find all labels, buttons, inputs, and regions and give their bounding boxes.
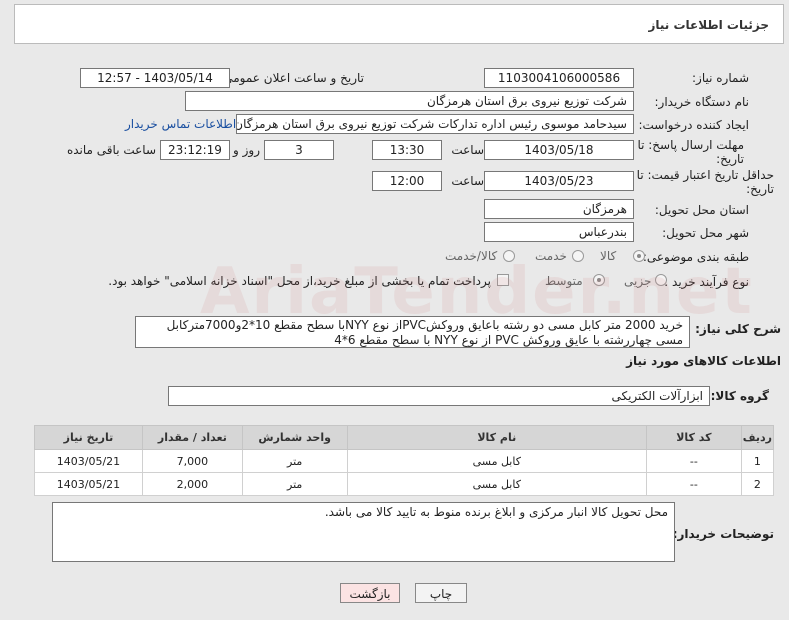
buyer-notes-label: توضیحات خریدار:: [672, 527, 774, 541]
goods-table: ردیف کد کالا نام کالا واحد شمارش تعداد /…: [34, 425, 775, 496]
cell-quantity: 7,000: [141, 449, 243, 473]
remaining-time-field: 23:12:19: [160, 140, 230, 160]
validity-time-field: 12:00: [372, 171, 442, 191]
cell-unit: متر: [241, 449, 348, 473]
col-header-row-number: ردیف: [740, 425, 775, 450]
goods-group-label: گروه کالا:: [710, 389, 769, 403]
deadline-date-field: 1403/05/18: [484, 140, 634, 160]
city-label: شهر محل تحویل:: [662, 226, 749, 240]
cell-need-date: 1403/05/21: [34, 449, 143, 473]
validity-label: حداقل تاریخ اعتبار قیمت: تا تاریخ:: [636, 168, 774, 196]
buyer-org-field: شرکت توزیع نیروی برق استان هرمزگان: [185, 91, 634, 111]
col-header-quantity: تعداد / مقدار: [141, 425, 243, 450]
table-row: 1 -- کابل مسی متر 7,000 1403/05/21: [34, 449, 775, 473]
table-row: 2 -- کابل مسی متر 2,000 1403/05/21: [34, 472, 775, 496]
validity-date-field: 1403/05/23: [484, 171, 634, 191]
cell-name: کابل مسی: [346, 472, 647, 496]
cell-row-number: 1: [740, 449, 775, 473]
goods-section-title: اطلاعات کالاهای مورد نیاز: [626, 354, 781, 368]
need-number-field: 1103004106000586: [484, 68, 634, 88]
page-title: جزئیات اطلاعات نیاز: [648, 18, 769, 32]
deadline-time-field: 13:30: [372, 140, 442, 160]
print-button[interactable]: چاپ: [415, 583, 467, 603]
validity-time-label: ساعت: [451, 174, 484, 188]
back-button[interactable]: بازگشت: [340, 583, 400, 603]
cell-code: --: [645, 472, 742, 496]
col-header-need-date: تاریخ نیاز: [34, 425, 143, 450]
buyer-notes-field: محل تحویل کالا انبار مرکزی و ابلاغ برنده…: [52, 502, 675, 562]
deadline-label: مهلت ارسال پاسخ: تا تاریخ:: [637, 138, 744, 166]
need-number-label: شماره نیاز:: [692, 71, 749, 85]
deadline-time-label: ساعت: [451, 143, 484, 157]
days-remaining-field: 3: [264, 140, 334, 160]
col-header-name: نام کالا: [346, 425, 647, 450]
buyer-contact-link[interactable]: اطلاعات تماس خریدار: [125, 117, 236, 131]
goods-group-field: ابزارآلات الکتریکی: [168, 386, 710, 406]
province-label: استان محل تحویل:: [654, 203, 749, 217]
cell-unit: متر: [241, 472, 348, 496]
table-header-row: ردیف کد کالا نام کالا واحد شمارش تعداد /…: [34, 425, 775, 450]
province-field: هرمزگان: [484, 199, 634, 219]
description-label: شرح کلی نیاز:: [695, 322, 781, 336]
creator-field: سیدحامد موسوی رئیس اداره تدارکات شرکت تو…: [236, 114, 634, 134]
cell-code: --: [645, 449, 742, 473]
days-label: روز و: [233, 143, 260, 157]
remaining-time-label: ساعت باقی مانده: [66, 143, 156, 157]
announce-label: تاریخ و ساعت اعلان عمومی:: [219, 71, 364, 85]
city-field: بندرعباس: [484, 222, 634, 242]
cell-quantity: 2,000: [141, 472, 243, 496]
cell-row-number: 2: [740, 472, 775, 496]
description-field: خرید 2000 متر کابل مسی دو رشته باعایق ور…: [135, 316, 690, 348]
buyer-org-label: نام دستگاه خریدار:: [654, 95, 750, 109]
cell-name: کابل مسی: [346, 449, 647, 473]
header-panel: جزئیات اطلاعات نیاز: [14, 4, 784, 44]
col-header-code: کد کالا: [645, 425, 742, 450]
cell-need-date: 1403/05/21: [34, 472, 143, 496]
col-header-unit: واحد شمارش: [241, 425, 348, 450]
creator-label: ایجاد کننده درخواست:: [638, 118, 749, 132]
announce-date-field: 1403/05/14 - 12:57: [80, 68, 230, 88]
